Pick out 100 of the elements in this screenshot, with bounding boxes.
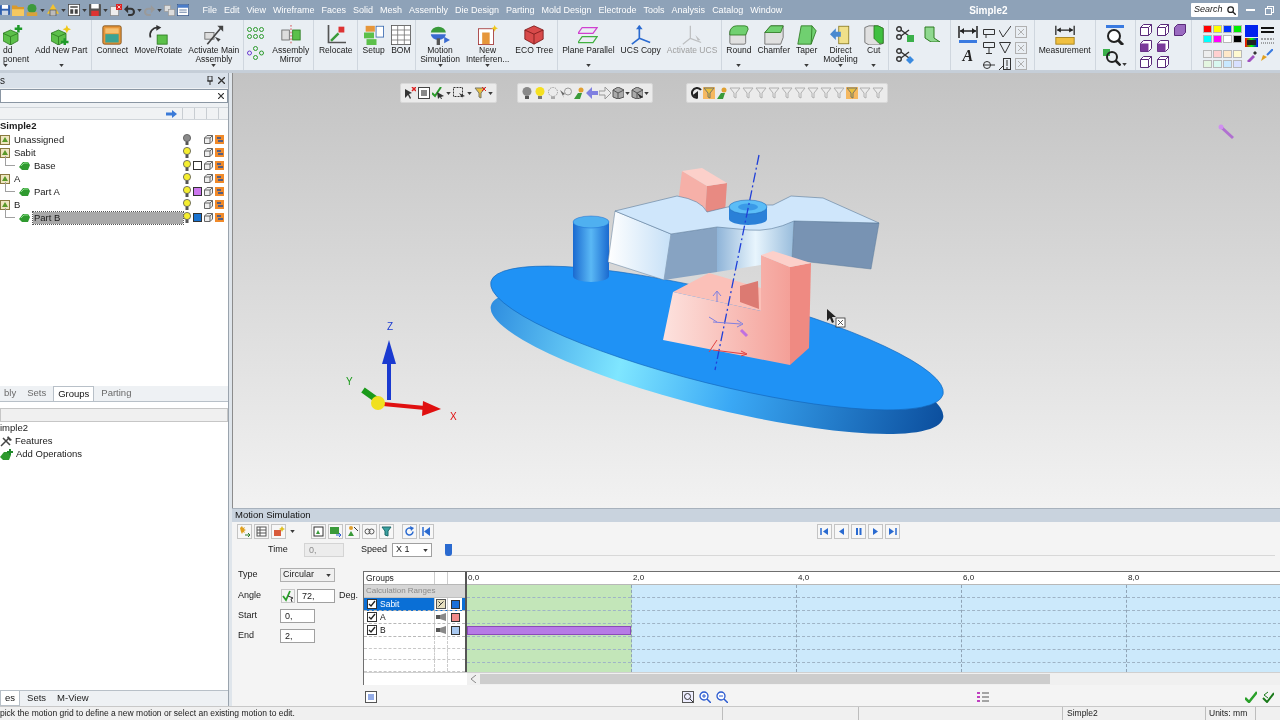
color-picker-icon[interactable] xyxy=(1244,38,1258,47)
layers-icon[interactable] xyxy=(215,161,224,170)
cube-icon[interactable] xyxy=(204,174,213,183)
cube-icon[interactable] xyxy=(204,148,213,157)
cube-icon[interactable] xyxy=(204,135,213,144)
color-swatch-icon[interactable] xyxy=(1212,25,1222,33)
ribbon-button[interactable]: BOM xyxy=(389,20,412,70)
ribbon-button[interactable]: Plane Parallel xyxy=(561,20,616,70)
scissors-block-icon[interactable] xyxy=(896,26,915,42)
shapes-icon[interactable] xyxy=(47,4,59,16)
tree-item[interactable]: Sabit xyxy=(13,146,36,159)
group-row[interactable]: Sabit xyxy=(364,598,465,611)
ribbon-button[interactable]: Chamfer xyxy=(756,20,791,70)
ribbon-button[interactable]: Setup xyxy=(361,20,386,70)
ribbon-button[interactable]: Relocate xyxy=(317,20,354,70)
panel-tab[interactable]: bly xyxy=(0,386,21,401)
tree-item[interactable]: Part A xyxy=(33,185,60,198)
funnel-icon[interactable] xyxy=(379,523,394,539)
play-icon[interactable] xyxy=(868,523,883,539)
tree-item[interactable]: Base xyxy=(33,159,56,172)
slider-thumb[interactable] xyxy=(445,544,452,556)
cube-icon[interactable] xyxy=(204,213,213,222)
bulb-icon[interactable] xyxy=(183,199,191,210)
color-swatch-icon[interactable] xyxy=(1232,25,1242,33)
cube-icon[interactable] xyxy=(204,187,213,196)
curved-arrow-icon[interactable] xyxy=(690,87,702,99)
tree-item[interactable]: Simple2 xyxy=(0,120,37,134)
color-swatch-icon[interactable] xyxy=(193,213,202,222)
color-list-icon[interactable] xyxy=(977,691,989,703)
line-weight-icon[interactable] xyxy=(1260,27,1274,33)
color-swatch-icon[interactable] xyxy=(1222,50,1232,58)
group-row[interactable]: B xyxy=(364,624,465,637)
scroll-left-icon[interactable] xyxy=(471,675,476,683)
list-icon[interactable] xyxy=(365,691,377,703)
layers-icon[interactable] xyxy=(215,213,224,222)
ribbon-button[interactable]: Activate Main Assembly xyxy=(187,20,241,70)
dotted-bulb-icon[interactable] xyxy=(547,87,559,99)
brush-icon[interactable] xyxy=(1261,49,1274,61)
zoom-out-icon[interactable] xyxy=(716,691,728,703)
exclamation-frame-icon[interactable] xyxy=(998,58,1011,70)
bulb-icon[interactable] xyxy=(183,147,191,158)
close-icon[interactable] xyxy=(218,77,225,84)
triangle-icon[interactable] xyxy=(998,42,1011,54)
color-swatch-icon[interactable] xyxy=(450,612,460,622)
caret-icon[interactable] xyxy=(103,8,108,12)
eyedropper-icon[interactable] xyxy=(1245,50,1257,62)
table-icon[interactable] xyxy=(254,523,269,539)
color-swatch-icon[interactable] xyxy=(1202,25,1212,33)
panel-tab[interactable]: Parting xyxy=(97,386,136,401)
color-swatch-icon[interactable] xyxy=(1202,60,1212,68)
cube-icon[interactable] xyxy=(1140,40,1153,52)
frame-icon[interactable] xyxy=(418,87,430,99)
circle-line-icon[interactable] xyxy=(982,58,995,70)
bulb-icon[interactable] xyxy=(183,173,191,184)
checkbox-icon[interactable] xyxy=(367,625,377,635)
ribbon-button[interactable]: ECO Tree xyxy=(514,20,555,70)
dimension-icon[interactable] xyxy=(957,25,978,43)
color-swatch-icon[interactable] xyxy=(1232,60,1242,68)
layout-icon[interactable] xyxy=(68,4,80,16)
tree-item[interactable]: B xyxy=(13,198,21,211)
cube-icon[interactable] xyxy=(204,200,213,209)
color-swatch-icon[interactable] xyxy=(1232,50,1242,58)
tree-item[interactable]: A xyxy=(13,172,21,185)
bulb-icon[interactable] xyxy=(183,186,191,197)
ribbon-button[interactable]: dd ponent xyxy=(3,20,30,70)
color-swatch-icon[interactable] xyxy=(1232,35,1242,43)
step-back-icon[interactable] xyxy=(817,523,832,539)
bulb-icon[interactable] xyxy=(521,87,533,99)
tree-item[interactable]: Add Operations xyxy=(16,447,82,462)
save-icon[interactable] xyxy=(0,5,10,15)
zoom-in-icon[interactable] xyxy=(699,691,711,703)
caret-icon[interactable] xyxy=(446,91,451,95)
cube-icon[interactable] xyxy=(1157,56,1170,68)
ribbon-button[interactable]: Measurement xyxy=(1037,20,1092,70)
cube-icon[interactable] xyxy=(612,87,624,99)
bulb-icon[interactable] xyxy=(183,160,191,171)
caret-icon[interactable] xyxy=(137,8,142,12)
zoom-icon[interactable] xyxy=(1103,48,1122,66)
tree-item[interactable]: Unassigned xyxy=(13,133,65,146)
layers-icon[interactable] xyxy=(215,187,224,196)
ribbon-button[interactable]: Move/Rotate xyxy=(133,20,184,70)
layers-icon[interactable] xyxy=(215,135,224,144)
check-pointer-icon[interactable] xyxy=(281,588,295,603)
angle-field[interactable]: 72, xyxy=(297,588,335,603)
caret-icon[interactable] xyxy=(82,8,87,12)
ribbon-button[interactable]: Cut xyxy=(862,20,885,70)
check-pointer-icon[interactable] xyxy=(432,87,444,99)
caret-icon[interactable] xyxy=(61,8,66,12)
check-arrow-icon[interactable] xyxy=(1262,691,1274,703)
folded-sheet-icon[interactable] xyxy=(924,26,941,42)
checkbox-icon[interactable] xyxy=(367,599,377,609)
document-icon[interactable] xyxy=(110,4,122,16)
color-swatch-icon[interactable] xyxy=(1222,25,1232,33)
caret-icon[interactable] xyxy=(488,91,493,95)
left-arrow-icon[interactable] xyxy=(586,87,598,99)
bulb-icon[interactable] xyxy=(183,134,191,145)
panel-tab[interactable]: Groups xyxy=(53,386,95,401)
pointer-bulb-icon[interactable] xyxy=(560,87,572,99)
tree-item[interactable]: imple2 xyxy=(0,421,28,436)
text-tool-button[interactable]: A xyxy=(962,48,974,63)
